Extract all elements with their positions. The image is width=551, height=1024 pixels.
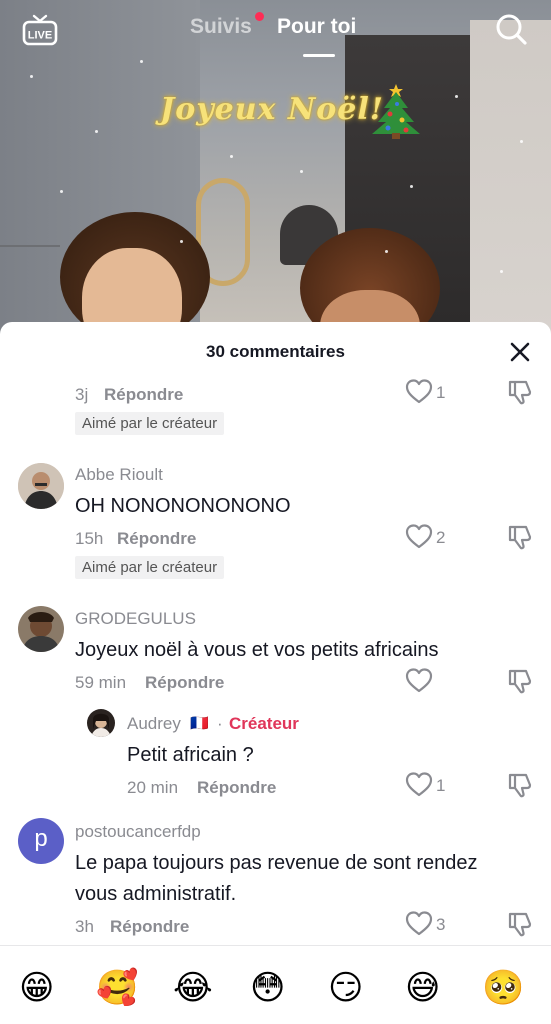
- reply-button[interactable]: Répondre: [117, 529, 196, 549]
- dislike-icon[interactable]: [506, 523, 534, 551]
- avatar-photo: [18, 606, 64, 652]
- like-count: 2: [436, 528, 446, 547]
- comment-time: 59 min: [75, 673, 127, 692]
- comment-text-line2: vous administratif.: [75, 883, 237, 905]
- door-frame: [470, 20, 551, 340]
- close-icon[interactable]: [508, 340, 532, 364]
- country-flag: 🇫🇷: [190, 715, 209, 732]
- avatar[interactable]: p: [18, 818, 64, 864]
- emoji-grin[interactable]: 😁: [19, 968, 54, 1008]
- video-sticker-text: Joyeux Noël!: [160, 92, 384, 127]
- reply-username[interactable]: Audrey: [127, 714, 181, 734]
- avatar[interactable]: [18, 463, 64, 509]
- comment-text-line1: Le papa toujours pas revenue de sont ren…: [75, 852, 478, 874]
- snowflake: [520, 140, 523, 143]
- tab-for-you[interactable]: Pour toi: [277, 15, 356, 39]
- emoji-smirk[interactable]: 😏: [328, 968, 363, 1008]
- like-count: 1: [436, 383, 446, 402]
- comments-sheet: 30 commentaires 3j Répondre Aimé par le …: [0, 322, 551, 1024]
- like-count: 3: [436, 915, 446, 934]
- video-background[interactable]: [0, 0, 551, 340]
- liked-by-creator-badge: Aimé par le créateur: [75, 556, 225, 579]
- dislike-icon[interactable]: [506, 910, 534, 938]
- reply-button[interactable]: Répondre: [110, 917, 189, 937]
- creator-label: Créateur: [229, 714, 299, 733]
- avatar[interactable]: [18, 606, 64, 652]
- comment-time: 3j: [75, 385, 89, 404]
- like-count: 1: [436, 776, 446, 795]
- comment-time: 15h: [75, 529, 104, 548]
- comment-username[interactable]: postoucancerfdp: [75, 822, 201, 842]
- heart-icon[interactable]: [405, 910, 433, 938]
- comment-username[interactable]: GRODEGULUS: [75, 609, 196, 629]
- reply-time: 20 min: [127, 778, 179, 797]
- dislike-icon[interactable]: [506, 667, 534, 695]
- snowflake: [500, 270, 503, 273]
- snowflake: [60, 190, 63, 193]
- snowflake: [410, 185, 413, 188]
- heart-icon[interactable]: [405, 523, 433, 551]
- comment-username[interactable]: Abbe Rioult: [75, 465, 163, 485]
- snowflake: [95, 130, 98, 133]
- avatar-letter: p: [34, 825, 48, 852]
- avatar[interactable]: [87, 709, 115, 737]
- notification-dot: [255, 12, 264, 21]
- emoji-sweat-smile[interactable]: 😅: [405, 968, 440, 1008]
- tab-following[interactable]: Suivis: [190, 15, 252, 39]
- reply-button[interactable]: Répondre: [104, 385, 183, 405]
- snowflake: [455, 95, 458, 98]
- search-icon[interactable]: [494, 12, 528, 46]
- dislike-icon[interactable]: [506, 378, 534, 406]
- snowflake: [230, 155, 233, 158]
- live-label: LIVE: [28, 30, 52, 42]
- liked-by-creator-badge: Aimé par le créateur: [75, 412, 225, 435]
- heart-icon[interactable]: [405, 378, 433, 406]
- separator-dot: ·: [217, 714, 223, 733]
- dislike-icon[interactable]: [506, 771, 534, 799]
- live-icon[interactable]: LIVE: [22, 12, 58, 48]
- christmas-tree-icon: [372, 84, 420, 139]
- reply-button[interactable]: Répondre: [197, 778, 276, 798]
- emoji-bar: 😁 🥰 😂 😳 😏 😅 🥺: [0, 946, 551, 1024]
- emoji-pleading[interactable]: 🥺: [482, 968, 524, 1008]
- snowflake: [180, 240, 183, 243]
- heart-icon[interactable]: [405, 771, 433, 799]
- reply-button[interactable]: Répondre: [145, 673, 224, 693]
- emoji-tears-of-joy[interactable]: 😂: [173, 968, 213, 1008]
- comment-text: OH NONONONONONO: [75, 495, 291, 517]
- emoji-smiling-hearts[interactable]: 🥰: [96, 968, 138, 1008]
- snowflake: [30, 75, 33, 78]
- shelf: [0, 245, 60, 275]
- snowflake: [300, 170, 303, 173]
- heart-icon[interactable]: [405, 667, 433, 695]
- avatar-photo: [87, 709, 115, 737]
- comment-time: 3h: [75, 917, 94, 936]
- comments-count-title: 30 commentaires: [206, 342, 345, 361]
- emoji-flushed[interactable]: 😳: [250, 968, 285, 1008]
- avatar-photo: [18, 463, 64, 509]
- snowflake: [385, 250, 388, 253]
- snowflake: [140, 60, 143, 63]
- active-tab-indicator: [303, 54, 335, 57]
- comment-text: Joyeux noël à vous et vos petits africai…: [75, 639, 439, 661]
- reply-text: Petit africain ?: [127, 744, 254, 766]
